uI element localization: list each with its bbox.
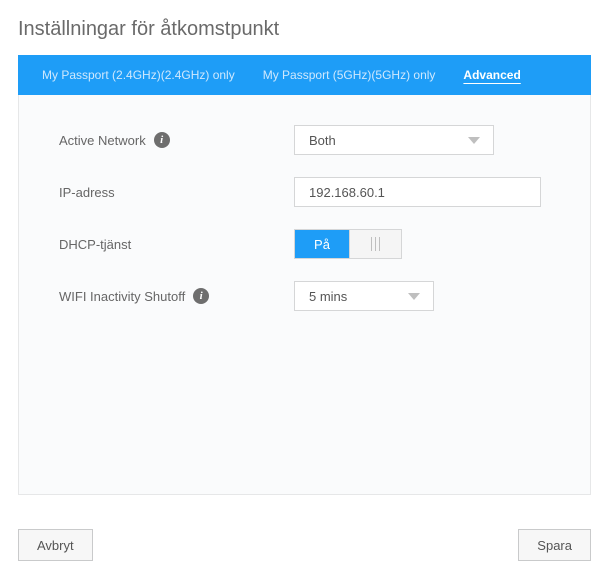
page-title: Inställningar för åtkomstpunkt xyxy=(18,18,591,41)
wifi-shutoff-label: WIFI Inactivity Shutoff xyxy=(59,289,185,304)
dhcp-toggle-grip xyxy=(349,230,401,258)
tab-bar: My Passport (2.4GHz)(2.4GHz) only My Pas… xyxy=(18,55,591,95)
ip-address-input[interactable] xyxy=(294,177,541,207)
row-wifi-shutoff: WIFI Inactivity Shutoff i 5 mins xyxy=(59,281,550,311)
info-icon[interactable]: i xyxy=(193,288,209,304)
ip-address-label: IP-adress xyxy=(59,185,115,200)
tab-advanced[interactable]: Advanced xyxy=(449,55,534,95)
row-dhcp: DHCP-tjänst På xyxy=(59,229,550,259)
dhcp-label: DHCP-tjänst xyxy=(59,237,131,252)
row-active-network: Active Network i Both xyxy=(59,125,550,155)
dhcp-toggle[interactable]: På xyxy=(294,229,402,259)
chevron-down-icon xyxy=(467,135,481,145)
save-button[interactable]: Spara xyxy=(518,529,591,561)
active-network-select[interactable]: Both xyxy=(294,125,494,155)
wifi-shutoff-value: 5 mins xyxy=(309,289,347,304)
cancel-button[interactable]: Avbryt xyxy=(18,529,93,561)
wifi-shutoff-select[interactable]: 5 mins xyxy=(294,281,434,311)
active-network-label: Active Network xyxy=(59,133,146,148)
tab-2-4ghz[interactable]: My Passport (2.4GHz)(2.4GHz) only xyxy=(28,55,249,95)
tab-5ghz[interactable]: My Passport (5GHz)(5GHz) only xyxy=(249,55,450,95)
chevron-down-icon xyxy=(407,291,421,301)
info-icon[interactable]: i xyxy=(154,132,170,148)
settings-panel: Active Network i Both IP-adress xyxy=(18,95,591,495)
footer: Avbryt Spara xyxy=(0,513,609,561)
dhcp-toggle-on: På xyxy=(295,230,349,258)
row-ip-address: IP-adress xyxy=(59,177,550,207)
active-network-value: Both xyxy=(309,133,336,148)
